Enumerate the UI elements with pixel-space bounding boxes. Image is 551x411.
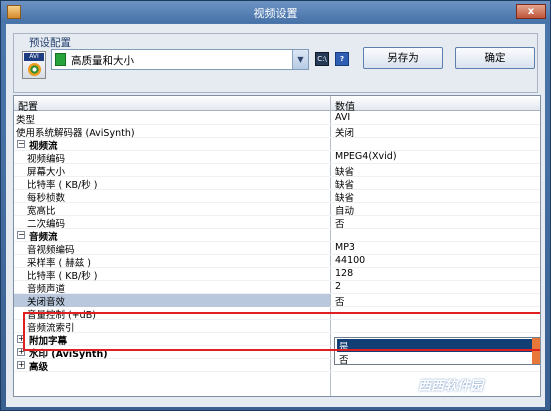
property-label: 采样率 ( 赫兹 )	[27, 258, 91, 269]
video-settings-window: 视频设置 x 预设配置 AVI 高质量和大小 ▼ C:\ ? 另存为 确定 配置…	[0, 0, 551, 411]
property-label: 视频流	[29, 141, 58, 152]
disc-icon	[28, 63, 41, 76]
property-value[interactable]: 缺省	[335, 190, 354, 204]
preset-group: 预设配置 AVI 高质量和大小 ▼ C:\ ? 另存为 确定	[13, 33, 538, 93]
property-row[interactable]: 类型 AVI	[14, 112, 540, 126]
property-row[interactable]: 屏幕大小 缺省	[14, 164, 540, 178]
preset-item-icon	[55, 53, 66, 66]
property-row[interactable]: 比特率 ( KB/秒 ) 128	[14, 268, 540, 282]
property-value[interactable]: MP3	[335, 242, 355, 253]
property-label: 音视频编码	[27, 245, 75, 256]
property-value[interactable]: 44100	[335, 255, 365, 266]
property-row[interactable]: 每秒桢数 缺省	[14, 190, 540, 204]
watermark-logo: 西西软件园	[418, 379, 484, 394]
property-row[interactable]: 视频编码 MPEG4(Xvid)	[14, 151, 540, 165]
property-row[interactable]: 宽高比 自动	[14, 203, 540, 217]
preset-group-label: 预设配置	[26, 35, 74, 50]
preset-dropdown[interactable]: 高质量和大小 ▼	[51, 49, 309, 70]
avi-format-icon: AVI	[22, 51, 46, 79]
property-label: 比特率 ( KB/秒 )	[27, 271, 98, 282]
collapse-icon[interactable]: −	[17, 140, 25, 148]
collapse-icon[interactable]: −	[17, 231, 25, 239]
property-label: 宽高比	[27, 206, 56, 217]
property-value[interactable]: 自动	[335, 203, 354, 217]
property-label: 使用系统解码器 (AviSynth)	[16, 128, 135, 139]
property-row[interactable]: 采样率 ( 赫兹 ) 44100	[14, 255, 540, 269]
property-value[interactable]: MPEG4(Xvid)	[335, 151, 397, 162]
command-prompt-button[interactable]: C:\	[315, 52, 329, 66]
highlight-frame	[23, 312, 540, 351]
ok-button[interactable]: 确定	[455, 47, 535, 69]
property-row[interactable]: 音频声道 2	[14, 281, 540, 295]
help-button[interactable]: ?	[335, 52, 349, 66]
property-value[interactable]: 128	[335, 268, 353, 279]
property-value[interactable]: 否	[335, 216, 345, 230]
property-row[interactable]: 使用系统解码器 (AviSynth) 关闭	[14, 125, 540, 139]
property-row[interactable]: 比特率 ( KB/秒 ) 缺省	[14, 177, 540, 191]
property-label: 关闭音效	[27, 297, 66, 308]
close-button[interactable]: x	[516, 4, 546, 19]
dropdown-option-no[interactable]: 否	[337, 352, 540, 366]
section-row[interactable]: − 视频流	[14, 138, 540, 152]
property-value[interactable]: 缺省	[335, 164, 354, 178]
property-label: 每秒桢数	[27, 193, 66, 204]
chevron-down-icon[interactable]: ▼	[292, 50, 308, 69]
section-row[interactable]: − 音频流	[14, 229, 540, 243]
property-value[interactable]: 关闭	[335, 125, 354, 139]
property-row[interactable]: 二次编码 否	[14, 216, 540, 230]
property-label: 二次编码	[27, 219, 66, 230]
property-label: 视频编码	[27, 154, 66, 165]
dialog-content: 预设配置 AVI 高质量和大小 ▼ C:\ ? 另存为 确定 配置 数值 类型 A…	[6, 24, 545, 407]
property-row[interactable]: 关闭音效 否	[14, 294, 540, 308]
property-value[interactable]: 2	[335, 281, 341, 292]
settings-grid: 配置 数值 类型 AVI 使用系统解码器 (AviSynth) 关闭 − 视频流 视频编码 M…	[13, 95, 541, 397]
property-label: 类型	[16, 115, 36, 126]
property-label: 音频声道	[27, 284, 66, 295]
property-label: 屏幕大小	[27, 167, 66, 178]
column-header-config[interactable]: 配置	[18, 98, 38, 113]
column-header-value[interactable]: 数值	[335, 98, 355, 113]
avi-tag: AVI	[24, 53, 44, 61]
grid-header: 配置 数值	[14, 96, 540, 113]
preset-selected-value: 高质量和大小	[71, 55, 134, 67]
property-value[interactable]: 否	[335, 294, 345, 308]
expand-icon[interactable]: +	[17, 361, 25, 369]
property-label: 音频流	[29, 232, 58, 243]
property-label: 高级	[29, 362, 49, 373]
property-label: 比特率 ( KB/秒 )	[27, 180, 98, 191]
title-bar[interactable]: 视频设置 x	[1, 1, 550, 23]
property-row[interactable]: 音视频编码 MP3	[14, 242, 540, 256]
property-value[interactable]: 缺省	[335, 177, 354, 191]
property-value[interactable]: AVI	[335, 112, 350, 123]
save-as-button[interactable]: 另存为	[363, 47, 443, 69]
window-title: 视频设置	[253, 7, 298, 20]
